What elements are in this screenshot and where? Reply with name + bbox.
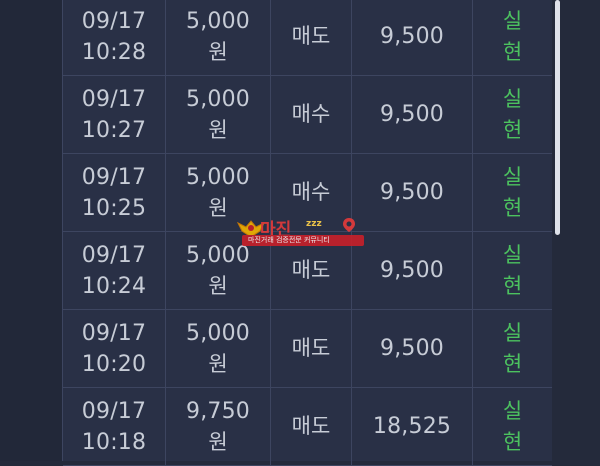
amount-unit: 원: [208, 117, 228, 142]
status-top: 실: [502, 86, 523, 111]
left-margin: [0, 0, 62, 461]
trade-type: 매도: [291, 258, 331, 282]
amount-cell: 5,000 원: [166, 310, 270, 387]
status-cell: 실 현: [473, 76, 552, 153]
type-cell: 매수: [271, 76, 351, 153]
table-row: 09/17 10:20 5,000 원 매도 9,500 실 현: [63, 310, 552, 388]
status-top: 실: [502, 320, 523, 345]
amount-cell: 5,000 원: [166, 76, 270, 153]
table-row: 09/17 10:28 5,000 원 매도 9,500 실 현: [63, 0, 552, 76]
status-bottom: 현: [502, 351, 523, 376]
status-bottom: 현: [502, 195, 523, 220]
status-bottom: 현: [502, 273, 523, 298]
table-row: 09/17 10:18 9,750 원 매도 18,525 실 현: [63, 388, 552, 466]
trade-date: 09/17: [81, 242, 147, 268]
price-cell: 18,525: [352, 388, 472, 465]
trade-type: 매수: [291, 180, 331, 204]
status-top: 실: [502, 8, 523, 33]
price-cell: 9,500: [352, 0, 472, 75]
datetime-cell: 09/17 10:18: [63, 388, 165, 465]
price-cell: 9,500: [352, 232, 472, 309]
trade-type: 매도: [291, 414, 331, 438]
price-cell: 9,500: [352, 76, 472, 153]
status-bottom: 현: [502, 429, 523, 454]
trade-time: 10:24: [81, 273, 147, 299]
trade-time: 10:28: [81, 39, 147, 65]
type-cell: 매도: [271, 0, 351, 75]
pin-icon: [343, 218, 355, 232]
status-cell: 실 현: [473, 310, 552, 387]
amount-cell: 5,000 원: [166, 0, 270, 75]
status-top: 실: [502, 242, 523, 267]
amount-unit: 원: [208, 195, 228, 220]
datetime-cell: 09/17 10:20: [63, 310, 165, 387]
trade-amount: 5,000: [186, 86, 250, 112]
status-top: 실: [502, 398, 523, 423]
type-cell: 매도: [271, 388, 351, 465]
datetime-cell: 09/17 10:25: [63, 154, 165, 231]
status-cell: 실 현: [473, 154, 552, 231]
amount-unit: 원: [208, 39, 228, 64]
status-bottom: 현: [502, 39, 523, 64]
watermark-logo: 마진 zzz 마진거래 검증전문 커뮤니티: [236, 217, 368, 249]
table-row: 09/17 10:27 5,000 원 매수 9,500 실 현: [63, 76, 552, 154]
trade-time: 10:27: [81, 117, 147, 143]
datetime-cell: 09/17 10:24: [63, 232, 165, 309]
trade-date: 09/17: [81, 320, 147, 346]
trade-date: 09/17: [81, 8, 147, 34]
trade-date: 09/17: [81, 86, 147, 112]
datetime-cell: 09/17 10:27: [63, 76, 165, 153]
amount-unit: 원: [208, 273, 228, 298]
trade-type: 매수: [291, 102, 331, 126]
trade-price: 9,500: [380, 180, 444, 205]
trade-date: 09/17: [81, 398, 147, 424]
trade-price: 9,500: [380, 336, 444, 361]
status-top: 실: [502, 164, 523, 189]
status-cell: 실 현: [473, 388, 552, 465]
datetime-cell: 09/17 10:28: [63, 0, 165, 75]
watermark-subtitle: zzz: [306, 219, 322, 229]
trade-time: 10:20: [81, 351, 147, 377]
price-cell: 9,500: [352, 154, 472, 231]
price-cell: 9,500: [352, 310, 472, 387]
status-cell: 실 현: [473, 0, 552, 75]
status-bottom: 현: [502, 117, 523, 142]
trade-price: 18,525: [372, 414, 452, 439]
trade-type: 매도: [291, 336, 331, 360]
trade-price: 9,500: [380, 102, 444, 127]
trade-date: 09/17: [81, 164, 147, 190]
type-cell: 매도: [271, 310, 351, 387]
status-cell: 실 현: [473, 232, 552, 309]
amount-cell: 9,750 원: [166, 388, 270, 465]
trade-price: 9,500: [380, 258, 444, 283]
amount-unit: 원: [208, 429, 228, 454]
amount-unit: 원: [208, 351, 228, 376]
scrollbar[interactable]: [555, 0, 560, 235]
trade-type: 매도: [291, 24, 331, 48]
trade-time: 10:18: [81, 429, 147, 455]
trade-amount: 5,000: [186, 164, 250, 190]
watermark-tagline: 마진거래 검증전문 커뮤니티: [248, 236, 330, 244]
trade-time: 10:25: [81, 195, 147, 221]
trade-amount: 5,000: [186, 320, 250, 346]
trade-amount: 5,000: [186, 8, 250, 34]
trade-price: 9,500: [380, 24, 444, 49]
trade-amount: 9,750: [186, 398, 250, 424]
